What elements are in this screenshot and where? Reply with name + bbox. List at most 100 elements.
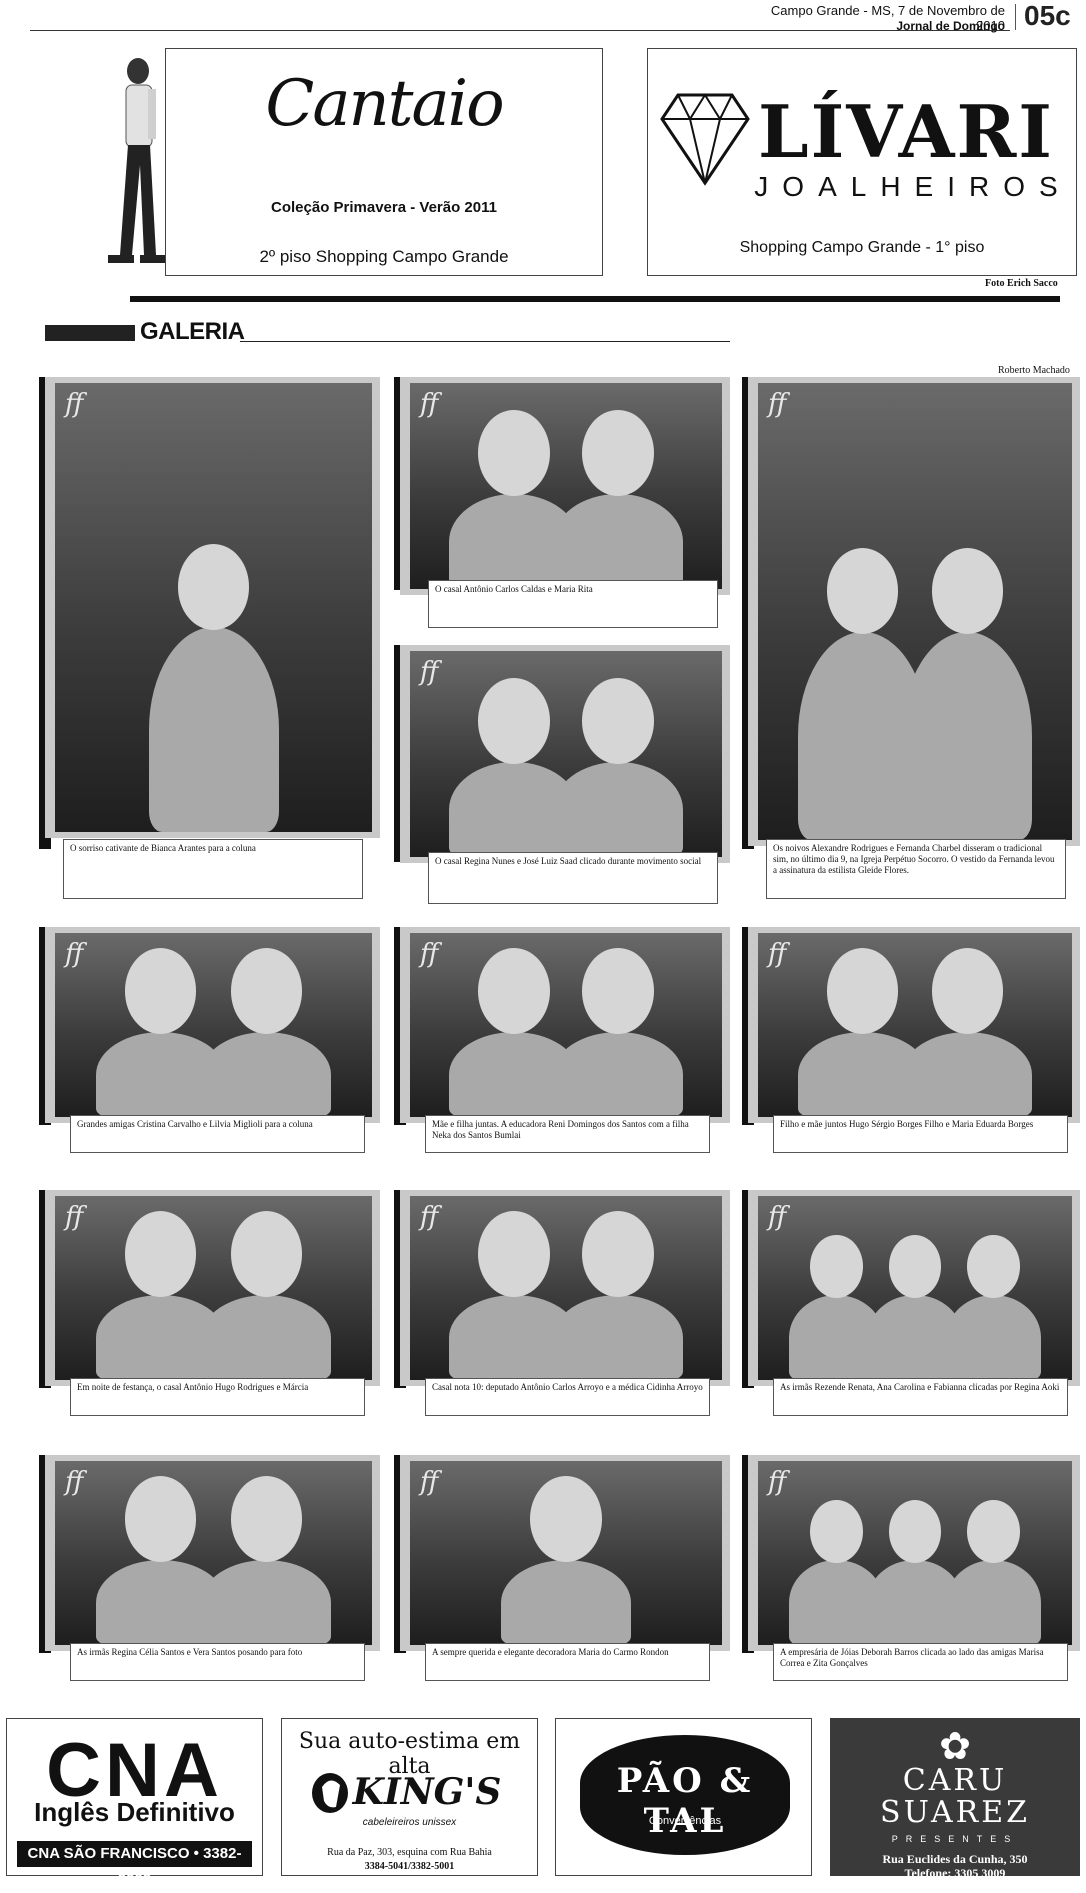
ff-watermark-icon: ff [420, 657, 439, 687]
model-figure-image [108, 58, 166, 263]
person-silhouette [553, 1031, 683, 1117]
header-divider [1015, 4, 1016, 30]
photo-card[interactable]: ff A empresária de Jóias Deborah Barros c… [742, 1455, 1080, 1687]
photo-card[interactable]: ff O casal Antônio Carlos Caldas e Maria … [394, 377, 730, 634]
caru-phone: Telefone: 3305 3009 [904, 1866, 1006, 1880]
person-head [810, 1500, 863, 1563]
person-head [230, 1476, 303, 1562]
person-head [478, 410, 550, 497]
photo-card[interactable]: ff A sempre querida e elegante decoradora… [394, 1455, 730, 1687]
diamond-icon [660, 93, 750, 186]
photo-caption: Mãe e filha juntas. A educadora Reni Dom… [425, 1115, 710, 1153]
section-rule [130, 296, 1060, 302]
person-silhouette [553, 493, 683, 589]
pao-tal-ad[interactable]: PÃO & TAL Conveniências [555, 1718, 812, 1876]
person-silhouette [501, 1559, 631, 1645]
gallery-photo: ff [410, 651, 722, 857]
ff-watermark-icon: ff [420, 389, 439, 419]
kings-address: Rua da Paz, 303, esquina com Rua Bahia [327, 1847, 492, 1858]
pao-tal-badge: PÃO & TAL Conveniências [580, 1735, 790, 1855]
photo-caption: Os noivos Alexandre Rodrigues e Fernanda… [766, 839, 1066, 899]
livari-location: Shopping Campo Grande - 1° piso [739, 239, 985, 256]
person-head [124, 948, 197, 1034]
kings-ad[interactable]: Sua auto-estima em alta KING'S cabeleire… [281, 1718, 538, 1876]
person-silhouette [945, 1559, 1042, 1645]
galeria-bar [45, 325, 135, 341]
caru-name-line2: SUAREZ [880, 1795, 1030, 1830]
livari-ad[interactable]: LÍVARI JOALHEIROS Shopping Campo Grande … [647, 48, 1077, 276]
person-head [888, 1235, 942, 1298]
photo-card[interactable]: ff Casal nota 10: deputado Antônio Carlos… [394, 1190, 730, 1422]
gallery-photo: ff [410, 1461, 722, 1645]
caru-suarez-ad[interactable]: ✿ CARU SUAREZ PRESENTES Rua Euclides da … [830, 1718, 1080, 1880]
photo-card[interactable]: ff As irmãs Regina Célia Santos e Vera Sa… [39, 1455, 380, 1687]
kings-logo: KING'S [352, 1771, 502, 1813]
column-credit: Roberto Machado [998, 365, 1070, 376]
photo-card[interactable]: ff Filho e mãe juntos Hugo Sérgio Borges … [742, 927, 1080, 1159]
cantaio-collection: Coleção Primavera - Verão 2011 [271, 199, 497, 216]
cantaio-logo: Cantaio [265, 67, 504, 141]
gallery-photo: ff [758, 1196, 1072, 1380]
person-head [177, 543, 250, 630]
person-head [826, 548, 899, 635]
person-head [582, 948, 654, 1034]
person-head [888, 1500, 942, 1563]
gallery-photo: ff [55, 1196, 372, 1380]
gallery-photo: ff [55, 933, 372, 1117]
photo-card[interactable]: ff O casal Regina Nunes e José Luiz Saad … [394, 645, 730, 910]
person-head [230, 948, 303, 1034]
photo-caption: Em noite de festança, o casal Antônio Hu… [70, 1378, 365, 1416]
livari-logo: LÍVARI [758, 89, 1054, 174]
gallery-photo: ff [410, 933, 722, 1117]
person-silhouette [201, 1031, 332, 1117]
person-head [931, 948, 1004, 1034]
person-silhouette [945, 1294, 1042, 1380]
livari-subtitle: JOALHEIROS [754, 171, 1072, 202]
ff-watermark-icon: ff [65, 389, 84, 419]
ff-watermark-icon: ff [768, 1467, 787, 1497]
photo-card[interactable]: ff Em noite de festança, o casal Antônio … [39, 1190, 380, 1422]
photo-card[interactable]: ff Grandes amigas Cristina Carvalho e Lil… [39, 927, 380, 1159]
photo-card[interactable]: ff Os noivos Alexandre Rodrigues e Fernan… [742, 377, 1080, 905]
ff-watermark-icon: ff [768, 1202, 787, 1232]
cna-phone-bar: CNA SÃO FRANCISCO • 3382-9009 [17, 1841, 252, 1888]
cantaio-ad[interactable]: Cantaio Coleção Primavera - Verão 2011 2… [165, 48, 603, 276]
ff-watermark-icon: ff [420, 1202, 439, 1232]
photo-caption: O sorriso cativante de Bianca Arantes pa… [63, 839, 363, 899]
gallery-photo: ff [758, 383, 1072, 840]
cna-tagline: Inglês Definitivo [34, 1797, 235, 1827]
person-silhouette [201, 1294, 332, 1380]
photo-caption: Filho e mãe juntos Hugo Sérgio Borges Fi… [773, 1115, 1068, 1153]
ff-watermark-icon: ff [65, 1467, 84, 1497]
photo-caption: A empresária de Jóias Deborah Barros cli… [773, 1643, 1068, 1681]
person-head [124, 1211, 197, 1297]
photo-caption: Grandes amigas Cristina Carvalho e Lilvi… [70, 1115, 365, 1153]
cna-ad[interactable]: CNA Inglês Definitivo CNA SÃO FRANCISCO … [6, 1718, 263, 1888]
person-silhouette [553, 1294, 683, 1380]
person-head [967, 1235, 1020, 1298]
header-rule [30, 30, 1010, 31]
person-silhouette [902, 631, 1033, 840]
photo-card[interactable]: ff O sorriso cativante de Bianca Arantes … [39, 377, 380, 905]
gallery-photo: ff [758, 1461, 1072, 1645]
ff-watermark-icon: ff [65, 939, 84, 969]
person-head [478, 948, 550, 1034]
ff-watermark-icon: ff [768, 939, 787, 969]
person-head [124, 1476, 197, 1562]
gallery-photo: ff [55, 1461, 372, 1645]
photo-card[interactable]: ff As irmãs Rezende Renata, Ana Carolina … [742, 1190, 1080, 1422]
gallery-photo: ff [55, 383, 372, 832]
pao-tal-sub: Conveniências [648, 1815, 722, 1827]
photo-caption: Casal nota 10: deputado Antônio Carlos A… [425, 1378, 710, 1416]
gallery-photo: ff [410, 1196, 722, 1380]
person-head [582, 410, 654, 497]
person-head [478, 1211, 550, 1297]
photo-card[interactable]: ff Mãe e filha juntas. A educadora Reni D… [394, 927, 730, 1159]
photo-caption: A sempre querida e elegante decoradora M… [425, 1643, 710, 1681]
section-title: GALERIA [140, 318, 245, 345]
person-head [967, 1500, 1020, 1563]
person-head [826, 948, 899, 1034]
photo-caption: O casal Antônio Carlos Caldas e Maria Ri… [428, 580, 718, 628]
page-number: 05c [1024, 0, 1071, 31]
caru-sub: PRESENTES [891, 1834, 1019, 1844]
